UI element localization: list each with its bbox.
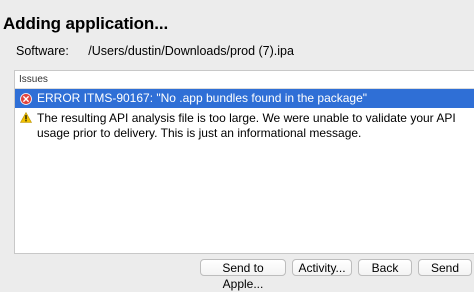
issue-text: ERROR ITMS-90167: "No .app bundles found… (37, 91, 368, 105)
send-button[interactable]: Send (418, 259, 472, 276)
software-path: /Users/dustin/Downloads/prod (7).ipa (88, 44, 294, 58)
back-button[interactable]: Back (358, 259, 412, 276)
warning-triangle-icon (19, 111, 33, 127)
issue-text: The resulting API analysis file is too l… (37, 111, 456, 140)
issues-column-header: Issues (15, 71, 474, 89)
button-bar: Send to Apple... Activity... Back Send (0, 259, 474, 291)
issues-list[interactable]: Issues ERROR ITMS-90167: "No .app bundle… (14, 70, 474, 254)
software-label: Software: (16, 44, 69, 58)
issue-row-warning[interactable]: The resulting API analysis file is too l… (15, 108, 474, 141)
issue-row-error[interactable]: ERROR ITMS-90167: "No .app bundles found… (15, 89, 474, 108)
dialog-title: Adding application... (3, 14, 169, 33)
software-row: Software: /Users/dustin/Downloads/prod (… (16, 44, 294, 58)
activity-button[interactable]: Activity... (292, 259, 352, 276)
send-to-apple-button[interactable]: Send to Apple... (200, 259, 286, 291)
